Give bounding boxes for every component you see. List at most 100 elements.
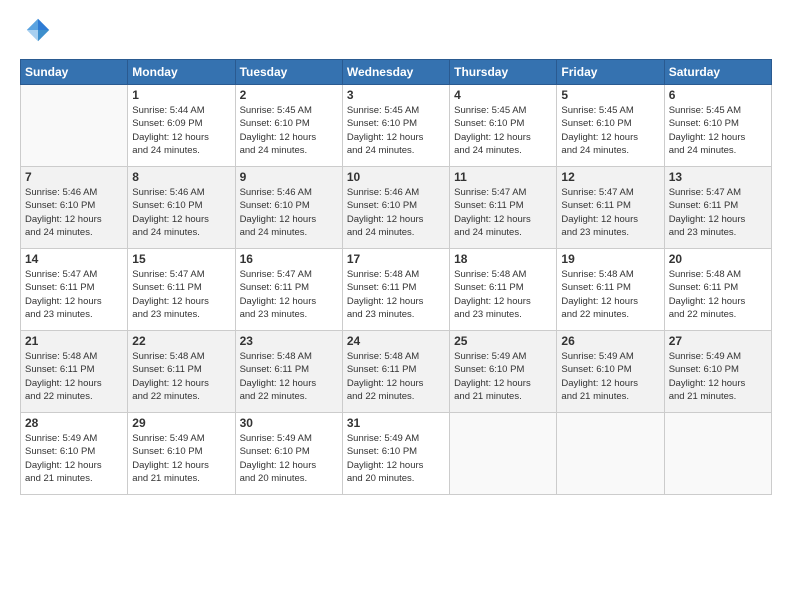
calendar-cell: 1 Sunrise: 5:44 AM Sunset: 6:09 PM Daylig… [128,85,235,167]
calendar-week-row: 1 Sunrise: 5:44 AM Sunset: 6:09 PM Daylig… [21,85,772,167]
calendar-cell: 30 Sunrise: 5:49 AM Sunset: 6:10 PM Dayli… [235,413,342,495]
calendar-week-row: 7 Sunrise: 5:46 AM Sunset: 6:10 PM Daylig… [21,167,772,249]
day-number: 12 [561,170,659,184]
day-info: Sunrise: 5:47 AM Sunset: 6:11 PM Dayligh… [240,268,338,321]
day-info: Sunrise: 5:45 AM Sunset: 6:10 PM Dayligh… [347,104,445,157]
calendar-cell: 20 Sunrise: 5:48 AM Sunset: 6:11 PM Dayli… [664,249,771,331]
calendar-cell [450,413,557,495]
calendar-table: SundayMondayTuesdayWednesdayThursdayFrid… [20,59,772,495]
day-info: Sunrise: 5:49 AM Sunset: 6:10 PM Dayligh… [25,432,123,485]
calendar-cell: 23Sunrise: 5:48 AM Sunset: 6:11 PM Dayli… [235,331,342,413]
day-info: Sunrise: 5:48 AM Sunset: 6:11 PM Dayligh… [669,268,767,321]
day-info: Sunrise: 5:49 AM Sunset: 6:10 PM Dayligh… [132,432,230,485]
day-number: 9 [240,170,338,184]
day-info: Sunrise: 5:47 AM Sunset: 6:11 PM Dayligh… [669,186,767,239]
calendar-day-header: Friday [557,60,664,85]
day-number: 11 [454,170,552,184]
day-info: Sunrise: 5:48 AM Sunset: 6:11 PM Dayligh… [347,350,445,403]
day-info: Sunrise: 5:48 AM Sunset: 6:11 PM Dayligh… [132,350,230,403]
calendar-cell: 28 Sunrise: 5:49 AM Sunset: 6:10 PM Dayli… [21,413,128,495]
day-info: Sunrise: 5:46 AM Sunset: 6:10 PM Dayligh… [240,186,338,239]
calendar-cell: 25 Sunrise: 5:49 AM Sunset: 6:10 PM Dayli… [450,331,557,413]
day-number: 24 [347,334,445,348]
calendar-cell: 5 Sunrise: 5:45 AM Sunset: 6:10 PM Daylig… [557,85,664,167]
calendar-cell: 21Sunrise: 5:48 AM Sunset: 6:11 PM Dayli… [21,331,128,413]
calendar-cell: 10Sunrise: 5:46 AM Sunset: 6:10 PM Dayli… [342,167,449,249]
day-number: 1 [132,88,230,102]
day-number: 25 [454,334,552,348]
calendar-cell: 6 Sunrise: 5:45 AM Sunset: 6:10 PM Daylig… [664,85,771,167]
calendar-week-row: 21Sunrise: 5:48 AM Sunset: 6:11 PM Dayli… [21,331,772,413]
day-number: 17 [347,252,445,266]
calendar-cell: 15Sunrise: 5:47 AM Sunset: 6:11 PM Dayli… [128,249,235,331]
logo [20,16,52,49]
calendar-cell: 12 Sunrise: 5:47 AM Sunset: 6:11 PM Dayli… [557,167,664,249]
day-info: Sunrise: 5:45 AM Sunset: 6:10 PM Dayligh… [240,104,338,157]
day-info: Sunrise: 5:47 AM Sunset: 6:11 PM Dayligh… [561,186,659,239]
day-number: 29 [132,416,230,430]
day-number: 31 [347,416,445,430]
day-info: Sunrise: 5:45 AM Sunset: 6:10 PM Dayligh… [561,104,659,157]
day-info: Sunrise: 5:48 AM Sunset: 6:11 PM Dayligh… [240,350,338,403]
calendar-week-row: 28 Sunrise: 5:49 AM Sunset: 6:10 PM Dayli… [21,413,772,495]
day-info: Sunrise: 5:48 AM Sunset: 6:11 PM Dayligh… [347,268,445,321]
day-number: 13 [669,170,767,184]
day-number: 10 [347,170,445,184]
day-info: Sunrise: 5:48 AM Sunset: 6:11 PM Dayligh… [25,350,123,403]
calendar-cell: 24 Sunrise: 5:48 AM Sunset: 6:11 PM Dayli… [342,331,449,413]
day-info: Sunrise: 5:47 AM Sunset: 6:11 PM Dayligh… [25,268,123,321]
calendar-day-header: Monday [128,60,235,85]
calendar-week-row: 14 Sunrise: 5:47 AM Sunset: 6:11 PM Dayli… [21,249,772,331]
day-number: 8 [132,170,230,184]
day-number: 20 [669,252,767,266]
calendar-cell: 2 Sunrise: 5:45 AM Sunset: 6:10 PM Daylig… [235,85,342,167]
day-number: 28 [25,416,123,430]
calendar-cell: 14 Sunrise: 5:47 AM Sunset: 6:11 PM Dayli… [21,249,128,331]
calendar-cell [557,413,664,495]
day-info: Sunrise: 5:45 AM Sunset: 6:10 PM Dayligh… [454,104,552,157]
calendar-cell: 9 Sunrise: 5:46 AM Sunset: 6:10 PM Daylig… [235,167,342,249]
calendar-header-row: SundayMondayTuesdayWednesdayThursdayFrid… [21,60,772,85]
day-info: Sunrise: 5:47 AM Sunset: 6:11 PM Dayligh… [454,186,552,239]
day-number: 14 [25,252,123,266]
calendar-cell: 27 Sunrise: 5:49 AM Sunset: 6:10 PM Dayli… [664,331,771,413]
day-number: 27 [669,334,767,348]
day-info: Sunrise: 5:49 AM Sunset: 6:10 PM Dayligh… [454,350,552,403]
calendar-cell: 16 Sunrise: 5:47 AM Sunset: 6:11 PM Dayli… [235,249,342,331]
calendar-cell: 7 Sunrise: 5:46 AM Sunset: 6:10 PM Daylig… [21,167,128,249]
calendar-cell: 8Sunrise: 5:46 AM Sunset: 6:10 PM Daylig… [128,167,235,249]
calendar-day-header: Wednesday [342,60,449,85]
day-number: 16 [240,252,338,266]
day-number: 7 [25,170,123,184]
day-number: 3 [347,88,445,102]
day-number: 15 [132,252,230,266]
day-info: Sunrise: 5:46 AM Sunset: 6:10 PM Dayligh… [25,186,123,239]
calendar-cell: 26 Sunrise: 5:49 AM Sunset: 6:10 PM Dayli… [557,331,664,413]
day-info: Sunrise: 5:45 AM Sunset: 6:10 PM Dayligh… [669,104,767,157]
calendar-cell: 19Sunrise: 5:48 AM Sunset: 6:11 PM Dayli… [557,249,664,331]
calendar-cell [664,413,771,495]
day-info: Sunrise: 5:49 AM Sunset: 6:10 PM Dayligh… [240,432,338,485]
calendar-day-header: Sunday [21,60,128,85]
calendar-cell: 11 Sunrise: 5:47 AM Sunset: 6:11 PM Dayli… [450,167,557,249]
day-number: 5 [561,88,659,102]
calendar-cell: 3 Sunrise: 5:45 AM Sunset: 6:10 PM Daylig… [342,85,449,167]
page: SundayMondayTuesdayWednesdayThursdayFrid… [0,0,792,612]
day-number: 2 [240,88,338,102]
calendar-day-header: Tuesday [235,60,342,85]
calendar-day-header: Thursday [450,60,557,85]
day-number: 26 [561,334,659,348]
calendar-cell: 17 Sunrise: 5:48 AM Sunset: 6:11 PM Dayli… [342,249,449,331]
day-number: 22 [132,334,230,348]
day-info: Sunrise: 5:49 AM Sunset: 6:10 PM Dayligh… [561,350,659,403]
day-number: 4 [454,88,552,102]
day-info: Sunrise: 5:48 AM Sunset: 6:11 PM Dayligh… [561,268,659,321]
day-info: Sunrise: 5:48 AM Sunset: 6:11 PM Dayligh… [454,268,552,321]
calendar-cell: 29 Sunrise: 5:49 AM Sunset: 6:10 PM Dayli… [128,413,235,495]
day-number: 6 [669,88,767,102]
day-info: Sunrise: 5:44 AM Sunset: 6:09 PM Dayligh… [132,104,230,157]
day-number: 30 [240,416,338,430]
header [20,16,772,49]
day-info: Sunrise: 5:49 AM Sunset: 6:10 PM Dayligh… [347,432,445,485]
day-info: Sunrise: 5:49 AM Sunset: 6:10 PM Dayligh… [669,350,767,403]
